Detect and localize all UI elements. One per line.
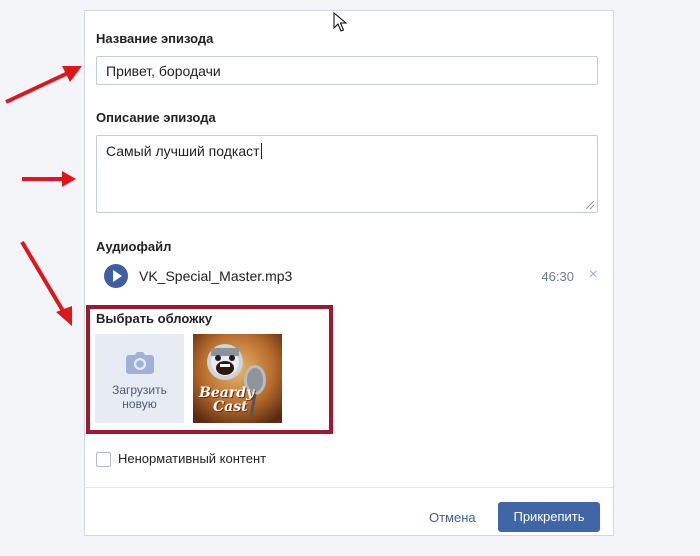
attach-episode-dialog: Название эпизода Описание эпизода Самый …	[84, 10, 614, 536]
cover-thumbnail[interactable]: Beardy Cast	[193, 334, 282, 423]
explicit-content-checkbox[interactable]	[96, 452, 111, 467]
audio-file-row: VK_Special_Master.mp3 46:30 ×	[104, 264, 598, 288]
close-icon[interactable]: ×	[589, 267, 598, 283]
audio-duration: 46:30	[541, 269, 574, 284]
cancel-button[interactable]: Отмена	[429, 510, 476, 525]
annotation-arrow-title	[5, 66, 82, 104]
camera-icon	[126, 352, 154, 374]
play-icon[interactable]	[104, 264, 128, 288]
description-textarea[interactable]: Самый лучший подкаст	[96, 135, 598, 213]
mouse-cursor-icon	[333, 12, 348, 32]
attach-button[interactable]: Прикрепить	[498, 502, 600, 532]
episode-title-label: Название эпизода	[96, 31, 214, 46]
annotation-arrow-cover	[20, 240, 72, 326]
upload-cover-button[interactable]: Загрузить новую	[95, 334, 184, 423]
episode-title-input[interactable]	[96, 56, 598, 85]
upload-label-line1: Загрузить	[112, 383, 167, 397]
cover-label: Выбрать обложку	[96, 311, 213, 326]
upload-label-line2: новую	[122, 397, 157, 411]
dialog-footer: Отмена Прикрепить	[85, 487, 613, 536]
resize-grip-icon[interactable]	[586, 201, 594, 209]
annotation-arrow-description	[22, 171, 76, 187]
explicit-content-label[interactable]: Ненормативный контент	[118, 451, 266, 466]
audio-file-name: VK_Special_Master.mp3	[139, 268, 293, 284]
description-label: Описание эпизода	[96, 110, 216, 125]
cover-thumb-text: Beardy Cast	[199, 385, 255, 415]
audio-label: Аудиофайл	[96, 239, 172, 254]
description-text: Самый лучший подкаст	[106, 143, 260, 159]
